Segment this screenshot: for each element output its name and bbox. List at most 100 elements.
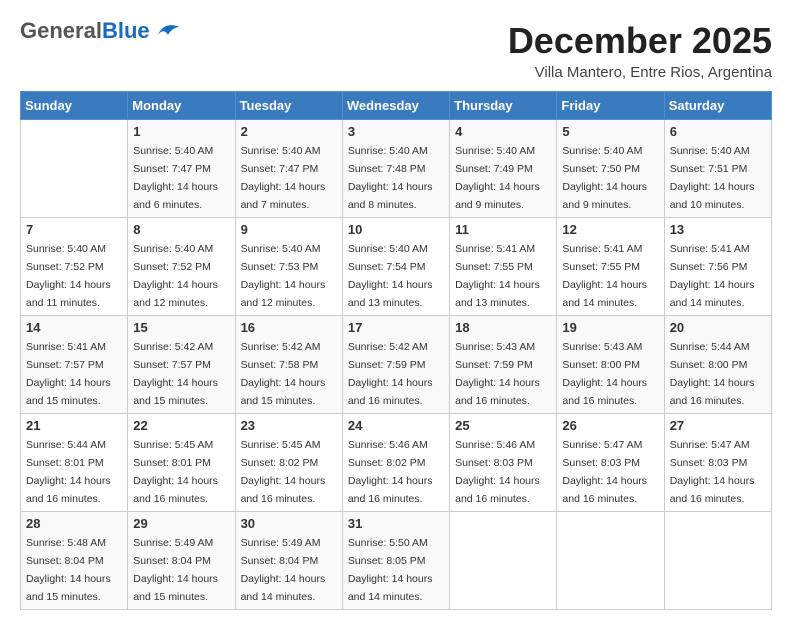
month-title: December 2025 xyxy=(508,20,772,62)
day-number: 3 xyxy=(348,124,444,139)
calendar-cell: 30 Sunrise: 5:49 AMSunset: 8:04 PMDaylig… xyxy=(235,512,342,610)
weekday-header-row: SundayMondayTuesdayWednesdayThursdayFrid… xyxy=(21,92,772,120)
calendar-cell: 28 Sunrise: 5:48 AMSunset: 8:04 PMDaylig… xyxy=(21,512,128,610)
calendar-cell: 14 Sunrise: 5:41 AMSunset: 7:57 PMDaylig… xyxy=(21,316,128,414)
day-info: Sunrise: 5:40 AMSunset: 7:47 PMDaylight:… xyxy=(241,145,326,211)
calendar-cell: 6 Sunrise: 5:40 AMSunset: 7:51 PMDayligh… xyxy=(664,120,771,218)
calendar-week-row: 21 Sunrise: 5:44 AMSunset: 8:01 PMDaylig… xyxy=(21,414,772,512)
day-number: 26 xyxy=(562,418,658,433)
calendar-cell: 8 Sunrise: 5:40 AMSunset: 7:52 PMDayligh… xyxy=(128,218,235,316)
calendar-cell: 21 Sunrise: 5:44 AMSunset: 8:01 PMDaylig… xyxy=(21,414,128,512)
day-number: 23 xyxy=(241,418,337,433)
day-info: Sunrise: 5:40 AMSunset: 7:50 PMDaylight:… xyxy=(562,145,647,211)
day-info: Sunrise: 5:40 AMSunset: 7:51 PMDaylight:… xyxy=(670,145,755,211)
location: Villa Mantero, Entre Rios, Argentina xyxy=(508,64,772,81)
logo-general: General xyxy=(20,18,102,43)
calendar-cell: 22 Sunrise: 5:45 AMSunset: 8:01 PMDaylig… xyxy=(128,414,235,512)
day-info: Sunrise: 5:40 AMSunset: 7:54 PMDaylight:… xyxy=(348,243,433,309)
day-info: Sunrise: 5:40 AMSunset: 7:48 PMDaylight:… xyxy=(348,145,433,211)
day-info: Sunrise: 5:41 AMSunset: 7:57 PMDaylight:… xyxy=(26,341,111,407)
title-area: December 2025 Villa Mantero, Entre Rios,… xyxy=(508,20,772,81)
day-info: Sunrise: 5:46 AMSunset: 8:02 PMDaylight:… xyxy=(348,439,433,505)
day-number: 13 xyxy=(670,222,766,237)
day-info: Sunrise: 5:42 AMSunset: 7:57 PMDaylight:… xyxy=(133,341,218,407)
day-info: Sunrise: 5:40 AMSunset: 7:52 PMDaylight:… xyxy=(133,243,218,309)
day-info: Sunrise: 5:49 AMSunset: 8:04 PMDaylight:… xyxy=(133,537,218,603)
calendar-week-row: 28 Sunrise: 5:48 AMSunset: 8:04 PMDaylig… xyxy=(21,512,772,610)
day-number: 11 xyxy=(455,222,551,237)
calendar-cell: 16 Sunrise: 5:42 AMSunset: 7:58 PMDaylig… xyxy=(235,316,342,414)
day-info: Sunrise: 5:45 AMSunset: 8:01 PMDaylight:… xyxy=(133,439,218,505)
logo-bird-icon xyxy=(154,21,182,41)
weekday-header-cell: Monday xyxy=(128,92,235,120)
day-number: 6 xyxy=(670,124,766,139)
calendar-cell: 17 Sunrise: 5:42 AMSunset: 7:59 PMDaylig… xyxy=(342,316,449,414)
day-info: Sunrise: 5:42 AMSunset: 7:59 PMDaylight:… xyxy=(348,341,433,407)
calendar-cell: 1 Sunrise: 5:40 AMSunset: 7:47 PMDayligh… xyxy=(128,120,235,218)
day-info: Sunrise: 5:45 AMSunset: 8:02 PMDaylight:… xyxy=(241,439,326,505)
day-number: 20 xyxy=(670,320,766,335)
day-number: 17 xyxy=(348,320,444,335)
calendar-cell: 18 Sunrise: 5:43 AMSunset: 7:59 PMDaylig… xyxy=(450,316,557,414)
day-info: Sunrise: 5:40 AMSunset: 7:52 PMDaylight:… xyxy=(26,243,111,309)
calendar-cell: 31 Sunrise: 5:50 AMSunset: 8:05 PMDaylig… xyxy=(342,512,449,610)
day-info: Sunrise: 5:43 AMSunset: 8:00 PMDaylight:… xyxy=(562,341,647,407)
weekday-header-cell: Saturday xyxy=(664,92,771,120)
weekday-header-cell: Wednesday xyxy=(342,92,449,120)
day-number: 21 xyxy=(26,418,122,433)
day-info: Sunrise: 5:40 AMSunset: 7:49 PMDaylight:… xyxy=(455,145,540,211)
day-number: 27 xyxy=(670,418,766,433)
calendar-cell: 9 Sunrise: 5:40 AMSunset: 7:53 PMDayligh… xyxy=(235,218,342,316)
day-number: 22 xyxy=(133,418,229,433)
calendar-cell: 4 Sunrise: 5:40 AMSunset: 7:49 PMDayligh… xyxy=(450,120,557,218)
day-info: Sunrise: 5:40 AMSunset: 7:47 PMDaylight:… xyxy=(133,145,218,211)
calendar-cell: 26 Sunrise: 5:47 AMSunset: 8:03 PMDaylig… xyxy=(557,414,664,512)
calendar-cell: 3 Sunrise: 5:40 AMSunset: 7:48 PMDayligh… xyxy=(342,120,449,218)
day-number: 28 xyxy=(26,516,122,531)
day-number: 10 xyxy=(348,222,444,237)
calendar-cell: 7 Sunrise: 5:40 AMSunset: 7:52 PMDayligh… xyxy=(21,218,128,316)
header: GeneralBlue December 2025 Villa Mantero,… xyxy=(20,20,772,81)
day-info: Sunrise: 5:47 AMSunset: 8:03 PMDaylight:… xyxy=(670,439,755,505)
calendar-table: SundayMondayTuesdayWednesdayThursdayFrid… xyxy=(20,91,772,610)
day-info: Sunrise: 5:42 AMSunset: 7:58 PMDaylight:… xyxy=(241,341,326,407)
day-info: Sunrise: 5:41 AMSunset: 7:56 PMDaylight:… xyxy=(670,243,755,309)
day-info: Sunrise: 5:44 AMSunset: 8:01 PMDaylight:… xyxy=(26,439,111,505)
calendar-body: 1 Sunrise: 5:40 AMSunset: 7:47 PMDayligh… xyxy=(21,120,772,610)
calendar-cell xyxy=(557,512,664,610)
calendar-cell: 11 Sunrise: 5:41 AMSunset: 7:55 PMDaylig… xyxy=(450,218,557,316)
day-number: 9 xyxy=(241,222,337,237)
logo-text: GeneralBlue xyxy=(20,20,150,42)
day-info: Sunrise: 5:44 AMSunset: 8:00 PMDaylight:… xyxy=(670,341,755,407)
calendar-cell: 25 Sunrise: 5:46 AMSunset: 8:03 PMDaylig… xyxy=(450,414,557,512)
calendar-cell xyxy=(664,512,771,610)
day-number: 24 xyxy=(348,418,444,433)
calendar-cell: 13 Sunrise: 5:41 AMSunset: 7:56 PMDaylig… xyxy=(664,218,771,316)
calendar-cell: 29 Sunrise: 5:49 AMSunset: 8:04 PMDaylig… xyxy=(128,512,235,610)
day-number: 12 xyxy=(562,222,658,237)
calendar-cell: 24 Sunrise: 5:46 AMSunset: 8:02 PMDaylig… xyxy=(342,414,449,512)
logo-blue: Blue xyxy=(102,18,150,43)
day-number: 14 xyxy=(26,320,122,335)
logo: GeneralBlue xyxy=(20,20,182,42)
day-info: Sunrise: 5:43 AMSunset: 7:59 PMDaylight:… xyxy=(455,341,540,407)
day-number: 31 xyxy=(348,516,444,531)
weekday-header-cell: Tuesday xyxy=(235,92,342,120)
day-info: Sunrise: 5:41 AMSunset: 7:55 PMDaylight:… xyxy=(562,243,647,309)
day-number: 4 xyxy=(455,124,551,139)
day-info: Sunrise: 5:41 AMSunset: 7:55 PMDaylight:… xyxy=(455,243,540,309)
calendar-cell: 27 Sunrise: 5:47 AMSunset: 8:03 PMDaylig… xyxy=(664,414,771,512)
day-info: Sunrise: 5:47 AMSunset: 8:03 PMDaylight:… xyxy=(562,439,647,505)
day-number: 8 xyxy=(133,222,229,237)
calendar-week-row: 14 Sunrise: 5:41 AMSunset: 7:57 PMDaylig… xyxy=(21,316,772,414)
weekday-header-cell: Thursday xyxy=(450,92,557,120)
weekday-header-cell: Friday xyxy=(557,92,664,120)
day-number: 7 xyxy=(26,222,122,237)
calendar-cell: 19 Sunrise: 5:43 AMSunset: 8:00 PMDaylig… xyxy=(557,316,664,414)
day-number: 25 xyxy=(455,418,551,433)
calendar-cell: 15 Sunrise: 5:42 AMSunset: 7:57 PMDaylig… xyxy=(128,316,235,414)
calendar-week-row: 7 Sunrise: 5:40 AMSunset: 7:52 PMDayligh… xyxy=(21,218,772,316)
day-info: Sunrise: 5:46 AMSunset: 8:03 PMDaylight:… xyxy=(455,439,540,505)
calendar-cell: 12 Sunrise: 5:41 AMSunset: 7:55 PMDaylig… xyxy=(557,218,664,316)
day-number: 1 xyxy=(133,124,229,139)
